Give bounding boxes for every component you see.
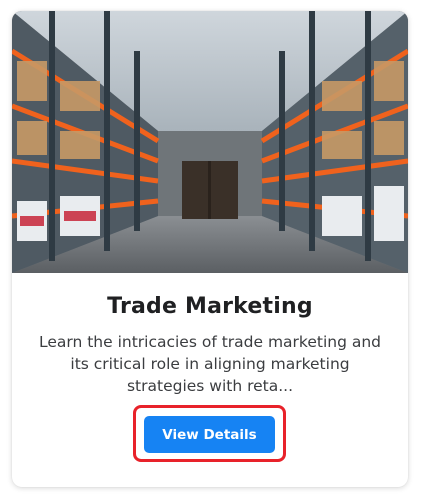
course-description: Learn the intricacies of trade marketing… <box>30 331 390 397</box>
course-image <box>12 11 408 273</box>
description-line: its critical role in aligning marketing <box>70 355 350 373</box>
view-details-button[interactable]: View Details <box>144 416 275 453</box>
description-line: Learn the intricacies of trade marketing… <box>38 333 382 351</box>
course-title: Trade Marketing <box>107 294 313 319</box>
description-line: strategies with reta... <box>126 377 294 395</box>
course-card: Trade Marketing Learn the intricacies of… <box>12 11 408 487</box>
